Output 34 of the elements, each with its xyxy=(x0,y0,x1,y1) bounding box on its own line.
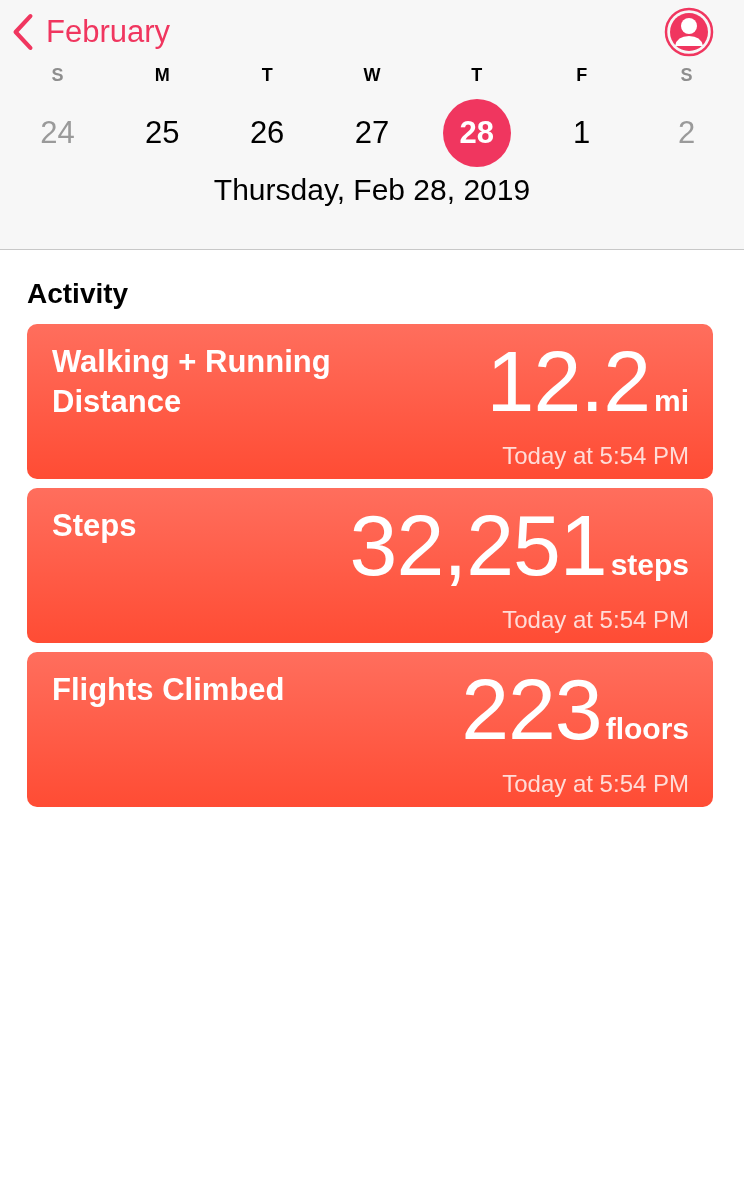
date-button[interactable]: 24 xyxy=(23,99,92,167)
card-unit: steps xyxy=(610,548,689,582)
card-unit: floors xyxy=(605,712,689,746)
weekday-label: F xyxy=(576,65,588,87)
selected-date: Thursday, Feb 28, 2019 xyxy=(212,173,532,207)
weekday-label: S xyxy=(51,65,64,87)
back-chevron-icon xyxy=(12,13,34,51)
card-value: 223 xyxy=(461,666,602,752)
weekday-label: T xyxy=(471,65,483,87)
weekday-label: W xyxy=(363,65,381,87)
card-value: 12.2 xyxy=(486,338,650,424)
activity-card[interactable]: Flights Climbed 223 floors Today at 5:54 PM xyxy=(27,652,713,807)
card-title: Walking + Running Distance xyxy=(52,343,332,422)
weekday-label: S xyxy=(680,65,693,87)
weekday-label: M xyxy=(154,65,170,87)
section-title: Activity xyxy=(27,278,130,310)
profile-icon[interactable] xyxy=(664,7,714,57)
card-value: 32,251 xyxy=(349,502,607,588)
activity-card[interactable]: Walking + Running Distance 12.2 mi Today at 5:54 PM xyxy=(27,324,713,479)
date-button[interactable]: 28 xyxy=(442,99,511,167)
date-button[interactable]: 1 xyxy=(547,99,616,167)
activity-card[interactable]: Steps 32,251 steps Today at 5:54 PM xyxy=(27,488,713,643)
card-title: Steps xyxy=(52,507,138,545)
card-timestamp: Today at 5:54 PM xyxy=(501,770,689,798)
weekday-label: T xyxy=(261,65,273,87)
date-button[interactable]: 26 xyxy=(233,99,302,167)
card-timestamp: Today at 5:54 PM xyxy=(501,442,689,470)
card-unit: mi xyxy=(654,384,689,418)
back-button[interactable]: February xyxy=(12,13,171,51)
card-title: Flights Climbed xyxy=(52,671,286,709)
card-timestamp: Today at 5:54 PM xyxy=(501,606,689,634)
date-button[interactable]: 27 xyxy=(338,99,406,167)
date-button[interactable]: 2 xyxy=(652,99,721,167)
date-button[interactable]: 25 xyxy=(128,99,197,167)
